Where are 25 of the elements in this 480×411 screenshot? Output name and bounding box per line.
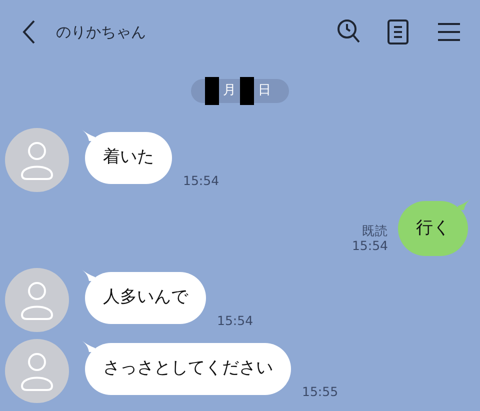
- message-bubble: 行く: [398, 201, 468, 256]
- read-receipt: 既読: [362, 223, 388, 238]
- date-text: 日: [257, 82, 272, 100]
- notes-icon[interactable]: [387, 19, 409, 45]
- redaction-block: [205, 77, 219, 105]
- chat-title: のりかちゃん: [56, 22, 147, 43]
- message-bubble: 着いた: [85, 132, 172, 184]
- message-time: 15:54: [183, 173, 220, 188]
- message-time: 15:54: [352, 238, 388, 253]
- avatar-icon: [5, 339, 69, 403]
- back-icon[interactable]: [22, 20, 36, 44]
- search-clock-icon[interactable]: [337, 19, 361, 45]
- message-time: 15:55: [302, 384, 338, 399]
- bubble-tail: [458, 198, 472, 210]
- message-bubble: 人多いんで: [85, 272, 206, 324]
- bubble-tail: [81, 269, 95, 281]
- message-time: 15:54: [217, 313, 254, 328]
- bubble-tail: [81, 129, 95, 141]
- avatar-icon: [5, 128, 69, 192]
- message-bubble: さっさとしてください: [85, 343, 291, 395]
- avatar-icon: [5, 268, 69, 332]
- date-text: 月: [222, 82, 237, 100]
- redaction-block: [240, 77, 254, 105]
- menu-icon[interactable]: [438, 22, 460, 42]
- bubble-tail: [81, 340, 95, 352]
